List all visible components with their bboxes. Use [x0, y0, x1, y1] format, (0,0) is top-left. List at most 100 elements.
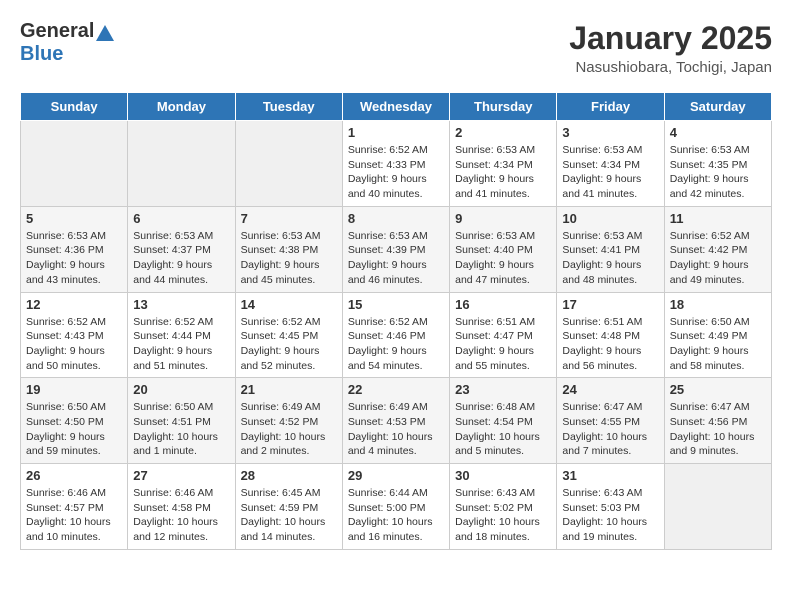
day-info: Sunrise: 6:50 AM Sunset: 4:50 PM Dayligh…: [26, 400, 122, 459]
day-number: 22: [348, 382, 444, 397]
day-info: Sunrise: 6:50 AM Sunset: 4:49 PM Dayligh…: [670, 315, 766, 374]
day-info: Sunrise: 6:46 AM Sunset: 4:57 PM Dayligh…: [26, 486, 122, 545]
day-info: Sunrise: 6:53 AM Sunset: 4:34 PM Dayligh…: [455, 143, 551, 202]
day-info: Sunrise: 6:53 AM Sunset: 4:40 PM Dayligh…: [455, 229, 551, 288]
day-number: 10: [562, 211, 658, 226]
location: Nasushiobara, Tochigi, Japan: [569, 59, 772, 76]
day-info: Sunrise: 6:53 AM Sunset: 4:39 PM Dayligh…: [348, 229, 444, 288]
day-number: 24: [562, 382, 658, 397]
calendar-header-row: SundayMondayTuesdayWednesdayThursdayFrid…: [21, 93, 772, 121]
calendar-cell: 15 Sunrise: 6:52 AM Sunset: 4:46 PM Dayli…: [342, 292, 449, 378]
calendar-week-row: 19 Sunrise: 6:50 AM Sunset: 4:50 PM Dayli…: [21, 378, 772, 464]
day-number: 25: [670, 382, 766, 397]
day-number: 2: [455, 125, 551, 140]
weekday-header-tuesday: Tuesday: [235, 93, 342, 121]
day-info: Sunrise: 6:53 AM Sunset: 4:38 PM Dayligh…: [241, 229, 337, 288]
logo: General Blue: [20, 20, 114, 66]
day-info: Sunrise: 6:46 AM Sunset: 4:58 PM Dayligh…: [133, 486, 229, 545]
page-header: General Blue January 2025 Nasushiobara, …: [20, 20, 772, 76]
calendar-cell: 22 Sunrise: 6:49 AM Sunset: 4:53 PM Dayli…: [342, 378, 449, 464]
calendar-week-row: 5Sunrise: 6:53 AM Sunset: 4:36 PM Daylig…: [21, 206, 772, 292]
day-number: 29: [348, 468, 444, 483]
day-number: 20: [133, 382, 229, 397]
day-info: Sunrise: 6:51 AM Sunset: 4:48 PM Dayligh…: [562, 315, 658, 374]
day-info: Sunrise: 6:49 AM Sunset: 4:52 PM Dayligh…: [241, 400, 337, 459]
calendar-cell: 10 Sunrise: 6:53 AM Sunset: 4:41 PM Dayli…: [557, 206, 664, 292]
calendar-cell: 26 Sunrise: 6:46 AM Sunset: 4:57 PM Dayli…: [21, 464, 128, 550]
day-number: 19: [26, 382, 122, 397]
day-number: 21: [241, 382, 337, 397]
weekday-header-thursday: Thursday: [450, 93, 557, 121]
day-info: Sunrise: 6:53 AM Sunset: 4:41 PM Dayligh…: [562, 229, 658, 288]
day-info: Sunrise: 6:52 AM Sunset: 4:46 PM Dayligh…: [348, 315, 444, 374]
calendar-table: SundayMondayTuesdayWednesdayThursdayFrid…: [20, 92, 772, 550]
month-title: January 2025: [569, 20, 772, 57]
day-info: Sunrise: 6:49 AM Sunset: 4:53 PM Dayligh…: [348, 400, 444, 459]
calendar-cell: 25Sunrise: 6:47 AM Sunset: 4:56 PM Dayli…: [664, 378, 771, 464]
day-number: 4: [670, 125, 766, 140]
day-number: 5: [26, 211, 122, 226]
day-number: 9: [455, 211, 551, 226]
calendar-cell: 17Sunrise: 6:51 AM Sunset: 4:48 PM Dayli…: [557, 292, 664, 378]
day-number: 12: [26, 297, 122, 312]
weekday-header-wednesday: Wednesday: [342, 93, 449, 121]
day-info: Sunrise: 6:51 AM Sunset: 4:47 PM Dayligh…: [455, 315, 551, 374]
logo-arrow-icon: [96, 23, 114, 41]
day-info: Sunrise: 6:52 AM Sunset: 4:43 PM Dayligh…: [26, 315, 122, 374]
calendar-cell: 19 Sunrise: 6:50 AM Sunset: 4:50 PM Dayli…: [21, 378, 128, 464]
day-info: Sunrise: 6:52 AM Sunset: 4:44 PM Dayligh…: [133, 315, 229, 374]
day-info: Sunrise: 6:53 AM Sunset: 4:35 PM Dayligh…: [670, 143, 766, 202]
day-number: 15: [348, 297, 444, 312]
calendar-cell: 7 Sunrise: 6:53 AM Sunset: 4:38 PM Daylig…: [235, 206, 342, 292]
calendar-week-row: 12 Sunrise: 6:52 AM Sunset: 4:43 PM Dayli…: [21, 292, 772, 378]
calendar-cell: 8Sunrise: 6:53 AM Sunset: 4:39 PM Daylig…: [342, 206, 449, 292]
day-number: 30: [455, 468, 551, 483]
day-number: 23: [455, 382, 551, 397]
day-number: 16: [455, 297, 551, 312]
day-number: 31: [562, 468, 658, 483]
day-info: Sunrise: 6:47 AM Sunset: 4:55 PM Dayligh…: [562, 400, 658, 459]
weekday-header-sunday: Sunday: [21, 93, 128, 121]
calendar-week-row: 26 Sunrise: 6:46 AM Sunset: 4:57 PM Dayli…: [21, 464, 772, 550]
day-number: 13: [133, 297, 229, 312]
calendar-cell: [128, 121, 235, 207]
day-number: 18: [670, 297, 766, 312]
calendar-cell: 20 Sunrise: 6:50 AM Sunset: 4:51 PM Dayli…: [128, 378, 235, 464]
day-info: Sunrise: 6:48 AM Sunset: 4:54 PM Dayligh…: [455, 400, 551, 459]
day-info: Sunrise: 6:43 AM Sunset: 5:03 PM Dayligh…: [562, 486, 658, 545]
day-number: 7: [241, 211, 337, 226]
calendar-cell: 1Sunrise: 6:52 AM Sunset: 4:33 PM Daylig…: [342, 121, 449, 207]
title-block: January 2025 Nasushiobara, Tochigi, Japa…: [569, 20, 772, 76]
calendar-week-row: 1Sunrise: 6:52 AM Sunset: 4:33 PM Daylig…: [21, 121, 772, 207]
calendar-cell: 24 Sunrise: 6:47 AM Sunset: 4:55 PM Dayli…: [557, 378, 664, 464]
day-number: 28: [241, 468, 337, 483]
calendar-cell: 4 Sunrise: 6:53 AM Sunset: 4:35 PM Daylig…: [664, 121, 771, 207]
weekday-header-saturday: Saturday: [664, 93, 771, 121]
calendar-cell: 29 Sunrise: 6:44 AM Sunset: 5:00 PM Dayli…: [342, 464, 449, 550]
day-number: 11: [670, 211, 766, 226]
calendar-cell: [664, 464, 771, 550]
calendar-cell: 30 Sunrise: 6:43 AM Sunset: 5:02 PM Dayli…: [450, 464, 557, 550]
calendar-cell: 28 Sunrise: 6:45 AM Sunset: 4:59 PM Dayli…: [235, 464, 342, 550]
day-info: Sunrise: 6:53 AM Sunset: 4:34 PM Dayligh…: [562, 143, 658, 202]
weekday-header-friday: Friday: [557, 93, 664, 121]
day-info: Sunrise: 6:52 AM Sunset: 4:42 PM Dayligh…: [670, 229, 766, 288]
day-info: Sunrise: 6:52 AM Sunset: 4:33 PM Dayligh…: [348, 143, 444, 202]
calendar-cell: 2 Sunrise: 6:53 AM Sunset: 4:34 PM Daylig…: [450, 121, 557, 207]
calendar-cell: 31 Sunrise: 6:43 AM Sunset: 5:03 PM Dayli…: [557, 464, 664, 550]
day-number: 27: [133, 468, 229, 483]
day-number: 14: [241, 297, 337, 312]
day-info: Sunrise: 6:52 AM Sunset: 4:45 PM Dayligh…: [241, 315, 337, 374]
day-info: Sunrise: 6:44 AM Sunset: 5:00 PM Dayligh…: [348, 486, 444, 545]
calendar-cell: 3Sunrise: 6:53 AM Sunset: 4:34 PM Daylig…: [557, 121, 664, 207]
day-info: Sunrise: 6:50 AM Sunset: 4:51 PM Dayligh…: [133, 400, 229, 459]
calendar-cell: 27 Sunrise: 6:46 AM Sunset: 4:58 PM Dayli…: [128, 464, 235, 550]
day-info: Sunrise: 6:43 AM Sunset: 5:02 PM Dayligh…: [455, 486, 551, 545]
calendar-cell: 5Sunrise: 6:53 AM Sunset: 4:36 PM Daylig…: [21, 206, 128, 292]
day-number: 26: [26, 468, 122, 483]
calendar-cell: [21, 121, 128, 207]
calendar-cell: 13 Sunrise: 6:52 AM Sunset: 4:44 PM Dayli…: [128, 292, 235, 378]
calendar-cell: 6Sunrise: 6:53 AM Sunset: 4:37 PM Daylig…: [128, 206, 235, 292]
calendar-cell: 9 Sunrise: 6:53 AM Sunset: 4:40 PM Daylig…: [450, 206, 557, 292]
day-info: Sunrise: 6:45 AM Sunset: 4:59 PM Dayligh…: [241, 486, 337, 545]
